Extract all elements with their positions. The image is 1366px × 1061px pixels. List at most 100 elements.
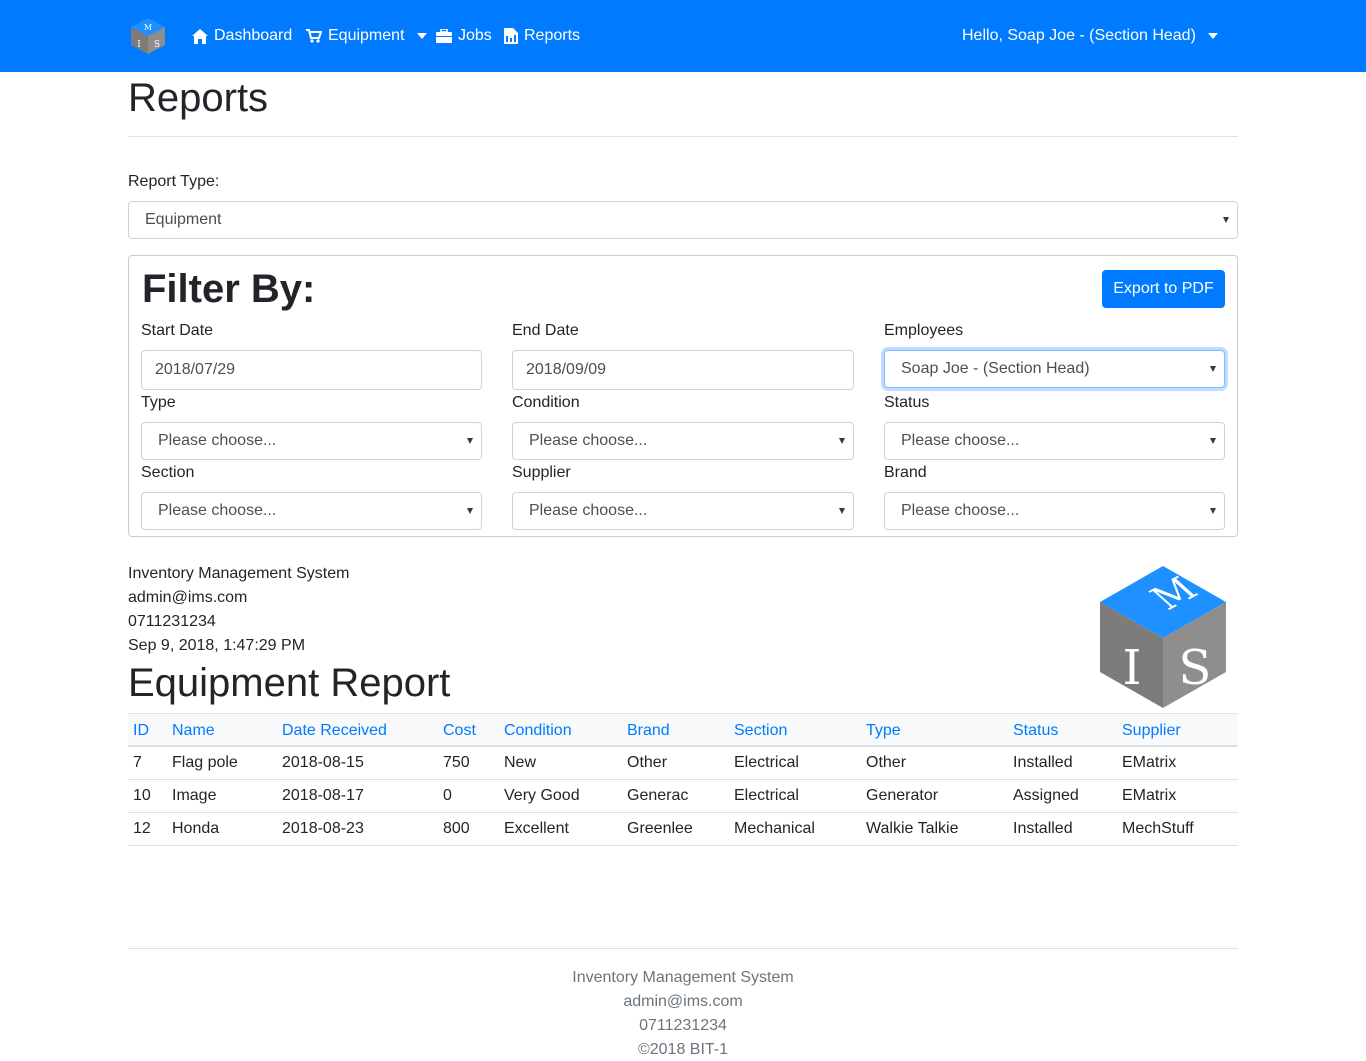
status-value: Please choose... xyxy=(901,432,1020,449)
ims-logo-icon[interactable]: M I S xyxy=(130,17,166,55)
cell-section: Electrical xyxy=(734,787,799,804)
dropdown-arrow-icon xyxy=(1210,366,1216,372)
report-type-label: Report Type: xyxy=(128,173,220,190)
footer-divider xyxy=(128,948,1238,949)
report-email: admin@ims.com xyxy=(128,589,248,606)
type-value: Please choose... xyxy=(158,432,277,449)
logo-letter: M xyxy=(144,23,152,32)
dropdown-arrow-icon xyxy=(839,438,845,444)
condition-value: Please choose... xyxy=(529,432,648,449)
nav-dashboard[interactable]: Dashboard xyxy=(192,25,292,47)
divider xyxy=(128,136,1238,137)
cell-date-received: 2018-08-23 xyxy=(282,820,364,837)
cell-type: Generator xyxy=(866,787,939,804)
column-header-section[interactable]: Section xyxy=(734,722,787,740)
logo-letter: S xyxy=(154,40,160,50)
type-label: Type xyxy=(141,394,176,411)
cell-status: Assigned xyxy=(1013,787,1079,804)
cell-date-received: 2018-08-17 xyxy=(282,787,364,804)
cell-condition: New xyxy=(504,754,537,771)
dropdown-arrow-icon xyxy=(1210,508,1216,514)
supplier-label: Supplier xyxy=(512,464,571,481)
cell-type: Walkie Talkie xyxy=(866,820,959,837)
footer-email: admin@ims.com xyxy=(623,993,743,1010)
cell-supplier: MechStuff xyxy=(1122,820,1194,837)
table-row: 7 Flag pole 2018-08-15 750 New Other Ele… xyxy=(128,747,1238,780)
page-title: Reports xyxy=(128,76,269,120)
cell-id: 10 xyxy=(133,787,151,804)
user-menu[interactable]: Hello, Soap Joe - (Section Head) xyxy=(962,25,1218,47)
cell-section: Mechanical xyxy=(734,820,815,837)
start-date-input[interactable]: 2018/07/29 xyxy=(141,350,482,390)
supplier-select[interactable]: Please choose... xyxy=(512,492,854,530)
nav-reports[interactable]: Reports xyxy=(504,25,580,47)
logo-letter: S xyxy=(1179,640,1212,696)
column-header-cost[interactable]: Cost xyxy=(443,722,476,740)
footer-company: Inventory Management System xyxy=(572,969,794,986)
dropdown-arrow-icon xyxy=(1223,217,1229,223)
start-date-label: Start Date xyxy=(141,322,214,339)
column-header-condition[interactable]: Condition xyxy=(504,722,572,740)
brand-select[interactable]: Please choose... xyxy=(884,492,1225,530)
nav-jobs-label: Jobs xyxy=(458,27,492,44)
chevron-down-icon xyxy=(1207,33,1218,39)
briefcase-icon xyxy=(436,29,452,43)
table-row: 12 Honda 2018-08-23 800 Excellent Greenl… xyxy=(128,813,1238,846)
cell-supplier: EMatrix xyxy=(1122,754,1177,771)
cell-supplier: EMatrix xyxy=(1122,787,1177,804)
cell-id: 7 xyxy=(133,754,142,771)
status-label: Status xyxy=(884,394,930,411)
cell-cost: 750 xyxy=(443,754,470,771)
type-select[interactable]: Please choose... xyxy=(141,422,482,460)
column-header-brand[interactable]: Brand xyxy=(627,722,670,740)
nav-dashboard-label: Dashboard xyxy=(214,27,293,44)
report-title: Equipment Report xyxy=(128,661,451,705)
cell-date-received: 2018-08-15 xyxy=(282,754,364,771)
column-header-id[interactable]: ID xyxy=(133,722,149,740)
dropdown-arrow-icon xyxy=(839,508,845,514)
cell-condition: Very Good xyxy=(504,787,580,804)
end-date-value: 2018/09/09 xyxy=(526,361,607,378)
filter-title: Filter By: xyxy=(142,267,316,311)
employees-value: Soap Joe - (Section Head) xyxy=(901,360,1090,377)
column-header-name[interactable]: Name xyxy=(172,722,215,740)
column-header-date-received[interactable]: Date Received xyxy=(282,722,387,740)
export-pdf-button[interactable]: Export to PDF xyxy=(1102,270,1225,308)
cell-brand: Generac xyxy=(627,787,689,804)
status-select[interactable]: Please choose... xyxy=(884,422,1225,460)
cell-brand: Greenlee xyxy=(627,820,693,837)
user-greeting: Hello, Soap Joe - (Section Head) xyxy=(962,27,1196,44)
cell-type: Other xyxy=(866,754,907,771)
section-label: Section xyxy=(141,464,195,481)
nav-jobs[interactable]: Jobs xyxy=(436,25,492,47)
logo-letter: I xyxy=(137,40,141,50)
footer-copyright: ©2018 BIT-1 xyxy=(637,1041,729,1058)
report-file-icon xyxy=(504,28,518,44)
chevron-down-icon xyxy=(416,33,427,39)
top-navbar: M I S Dashboard Equipment Jobs Reports H… xyxy=(0,0,1366,72)
condition-select[interactable]: Please choose... xyxy=(512,422,854,460)
condition-label: Condition xyxy=(512,394,580,411)
cell-name: Honda xyxy=(172,820,220,837)
ims-cube-logo-icon: M I S xyxy=(1100,566,1226,708)
brand-label: Brand xyxy=(884,464,927,481)
dropdown-arrow-icon xyxy=(467,438,473,444)
cell-name: Image xyxy=(172,787,217,804)
nav-equipment[interactable]: Equipment xyxy=(306,25,427,47)
column-header-type[interactable]: Type xyxy=(866,722,901,740)
section-value: Please choose... xyxy=(158,502,277,519)
column-header-status[interactable]: Status xyxy=(1013,722,1058,740)
column-header-supplier[interactable]: Supplier xyxy=(1122,722,1181,740)
cell-status: Installed xyxy=(1013,820,1073,837)
report-type-select[interactable]: Equipment xyxy=(128,201,1238,239)
section-select[interactable]: Please choose... xyxy=(141,492,482,530)
report-phone: 0711231234 xyxy=(128,613,216,630)
cell-cost: 0 xyxy=(443,787,452,804)
report-company: Inventory Management System xyxy=(128,565,350,582)
cell-brand: Other xyxy=(627,754,668,771)
cell-condition: Excellent xyxy=(504,820,569,837)
footer-phone: 0711231234 xyxy=(639,1017,727,1034)
employees-select[interactable]: Soap Joe - (Section Head) xyxy=(884,350,1225,388)
cell-section: Electrical xyxy=(734,754,799,771)
end-date-input[interactable]: 2018/09/09 xyxy=(512,350,854,390)
